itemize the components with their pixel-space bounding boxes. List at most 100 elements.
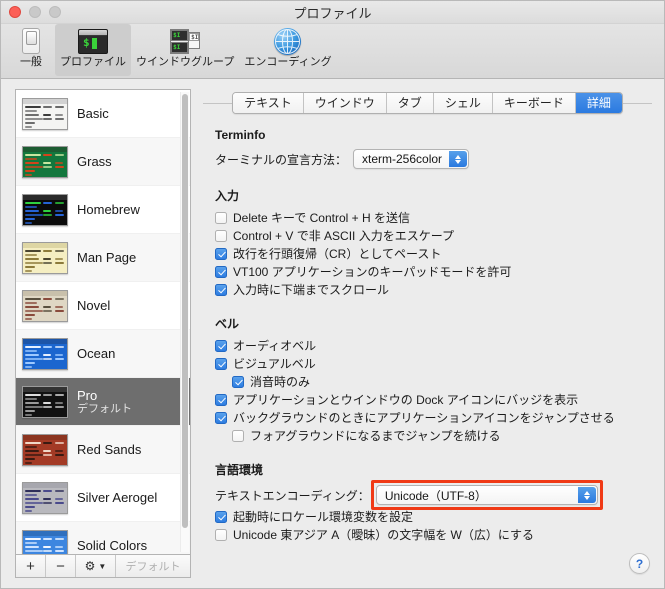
section-title-bell: ベル (215, 317, 240, 331)
text-encoding-row: テキストエンコーディング： Unicode（UTF-8） (215, 480, 652, 510)
profile-name: Man Page (77, 250, 137, 265)
checkbox-label: アプリケーションとウインドウの Dock アイコンにバッジを表示 (233, 393, 579, 407)
checkbox-label: フォアグラウンドになるまでジャンプを続ける (250, 429, 501, 443)
set-default-button[interactable]: デフォルト (116, 555, 190, 577)
stepper-icon (449, 151, 468, 167)
toolbar-item-label: 一般 (20, 56, 42, 68)
input-option-2[interactable]: 改行を行頭復帰（CR）としてペースト (215, 247, 652, 262)
profile-default-badge: デフォルト (77, 402, 132, 415)
profile-row[interactable]: Red Sands (16, 426, 190, 474)
checkbox-icon[interactable] (215, 284, 227, 296)
toolbar-item-label: ウインドウグループ (136, 56, 235, 68)
profile-row[interactable]: Ocean (16, 330, 190, 378)
profile-thumbnail (22, 481, 68, 514)
profile-name: Silver Aerogel (77, 490, 158, 505)
profile-list-container: Basic Grass Homebrew Man Page Novel Ocean Pro デ… (15, 89, 191, 554)
globe-icon (272, 27, 304, 55)
locale-option-0[interactable]: 起動時にロケール環境変数を設定 (215, 510, 652, 525)
bell-options-group: オーディオベルビジュアルベル消音時のみアプリケーションとウインドウの Dock … (203, 339, 652, 444)
bell-option-4[interactable]: バックグラウンドのときにアプリケーションアイコンをジャンプさせる (215, 411, 652, 426)
tab-0[interactable]: テキスト (233, 93, 304, 113)
profile-row[interactable]: Basic (16, 90, 190, 138)
profile-name: Solid Colors (77, 538, 148, 553)
checkbox-label: Delete キーで Control + H を送信 (233, 211, 410, 225)
input-option-4[interactable]: 入力時に下端までスクロール (215, 283, 652, 298)
remove-profile-button[interactable]: − (46, 555, 76, 577)
tab-2[interactable]: タブ (386, 93, 434, 113)
profile-row[interactable]: Pro デフォルト (16, 378, 190, 426)
checkbox-label: バックグラウンドのときにアプリケーションアイコンをジャンプさせる (233, 411, 615, 425)
profile-thumbnail (22, 385, 68, 418)
help-button[interactable]: ? (629, 553, 650, 574)
terminal-declaration-value: xterm-256color (362, 152, 443, 166)
checkbox-icon[interactable] (215, 358, 227, 370)
bell-option-3[interactable]: アプリケーションとウインドウの Dock アイコンにバッジを表示 (215, 393, 652, 408)
terminal-declaration-row: ターミナルの宣言方法： xterm-256color (215, 149, 652, 169)
tab-group[interactable]: テキスト ウインドウ タブ シェル キーボード 詳細 (232, 92, 623, 114)
window-title: プロファイル (293, 6, 372, 21)
checkbox-icon[interactable] (232, 430, 244, 442)
profile-name: Novel (77, 298, 111, 313)
toolbar-item-label: プロファイル (60, 56, 126, 68)
checkbox-icon[interactable] (215, 412, 227, 424)
checkbox-label: 起動時にロケール環境変数を設定 (233, 510, 414, 524)
bell-option-2[interactable]: 消音時のみ (232, 375, 652, 390)
profile-row[interactable]: Novel (16, 282, 190, 330)
tab-3[interactable]: シェル (433, 93, 493, 113)
checkbox-icon[interactable] (215, 511, 227, 523)
toolbar-item-general[interactable]: 一般 (7, 24, 55, 71)
preferences-window: プロファイル 一般 $ プロファイル $I $I $I ウインドウグループ エン… (0, 0, 665, 589)
general-toggle-icon (15, 27, 47, 55)
profile-row[interactable]: Grass (16, 138, 190, 186)
checkbox-icon[interactable] (215, 248, 227, 260)
profile-thumbnail (22, 337, 68, 370)
checkbox-icon[interactable] (215, 266, 227, 278)
text-encoding-select[interactable]: Unicode（UTF-8） (375, 485, 598, 505)
profile-actions-button[interactable]: ⚙ ▼ (76, 555, 116, 577)
chevron-down-icon: ▼ (98, 561, 107, 571)
toolbar-item-profiles[interactable]: $ プロファイル (55, 24, 131, 76)
profile-list[interactable]: Basic Grass Homebrew Man Page Novel Ocean Pro デ… (16, 90, 190, 554)
input-option-3[interactable]: VT100 アプリケーションのキーパッドモードを許可 (215, 265, 652, 280)
bell-option-5[interactable]: フォアグラウンドになるまでジャンプを続ける (232, 429, 652, 444)
profiles-sidebar: Basic Grass Homebrew Man Page Novel Ocean Pro デ… (15, 89, 191, 578)
checkbox-label: VT100 アプリケーションのキーパッドモードを許可 (233, 265, 512, 279)
terminal-declaration-label: ターミナルの宣言方法： (215, 152, 348, 167)
checkbox-icon[interactable] (215, 212, 227, 224)
tab-5[interactable]: 詳細 (575, 93, 622, 113)
profile-list-scrollbar[interactable] (180, 92, 189, 552)
checkbox-label: Control + V で非 ASCII 入力をエスケープ (233, 229, 454, 243)
profile-row[interactable]: Man Page (16, 234, 190, 282)
section-title-locale: 言語環境 (215, 463, 264, 477)
profile-thumbnail (22, 289, 68, 322)
profile-row[interactable]: Homebrew (16, 186, 190, 234)
profile-row[interactable]: Silver Aerogel (16, 474, 190, 522)
terminal-declaration-select[interactable]: xterm-256color (353, 149, 470, 169)
bell-option-0[interactable]: オーディオベル (215, 339, 652, 354)
section-title-input: 入力 (215, 189, 240, 203)
profile-name: Grass (77, 154, 112, 169)
profile-thumbnail (22, 433, 68, 466)
checkbox-icon[interactable] (215, 340, 227, 352)
bell-option-1[interactable]: ビジュアルベル (215, 357, 652, 372)
profile-thumbnail (22, 241, 68, 274)
locale-option-1[interactable]: Unicode 東アジア A（曖昧）の文字幅を W（広）にする (215, 528, 652, 543)
profile-name: Pro (77, 387, 98, 403)
add-profile-button[interactable]: + (16, 555, 46, 577)
toolbar-item-window-groups[interactable]: $I $I $I ウインドウグループ (131, 24, 239, 71)
toolbar-item-encodings[interactable]: エンコーディング (239, 24, 336, 71)
checkbox-icon[interactable] (215, 394, 227, 406)
checkbox-icon[interactable] (215, 230, 227, 242)
profile-list-toolbar: + − ⚙ ▼ デフォルト (15, 554, 191, 578)
checkbox-icon[interactable] (232, 376, 244, 388)
settings-content: Terminfo ターミナルの宣言方法： xterm-256color 入力 D… (203, 128, 652, 578)
profile-row[interactable]: Solid Colors (16, 522, 190, 554)
scrollbar-thumb[interactable] (182, 94, 188, 528)
input-option-0[interactable]: Delete キーで Control + H を送信 (215, 211, 652, 226)
tab-1[interactable]: ウインドウ (303, 93, 387, 113)
input-option-1[interactable]: Control + V で非 ASCII 入力をエスケープ (215, 229, 652, 244)
tab-4[interactable]: キーボード (492, 93, 576, 113)
checkbox-icon[interactable] (215, 529, 227, 541)
profile-thumbnail (22, 529, 68, 554)
checkbox-label: ビジュアルベル (233, 357, 316, 371)
